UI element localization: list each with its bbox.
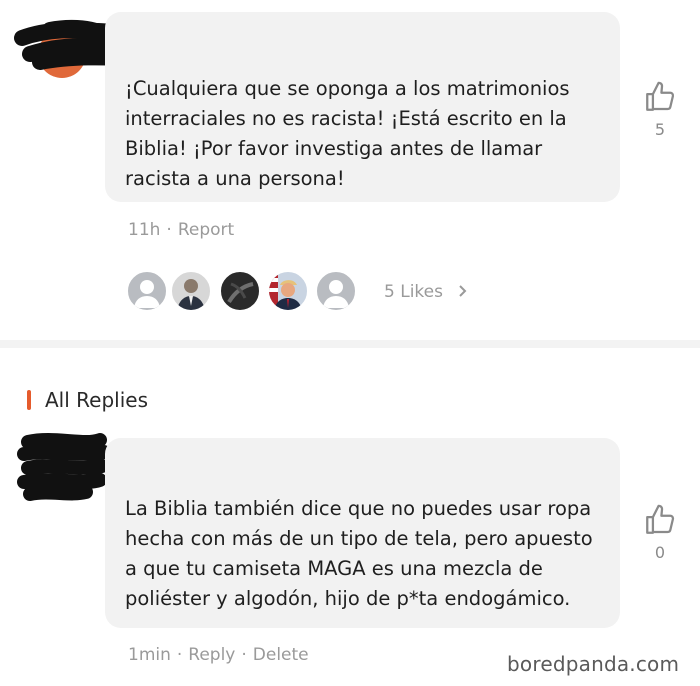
avatar bbox=[219, 270, 261, 312]
avatar bbox=[170, 270, 212, 312]
comment-timestamp: 11h bbox=[128, 220, 161, 240]
meta-separator: · bbox=[241, 645, 247, 665]
delete-link[interactable]: Delete bbox=[253, 645, 309, 665]
thumbs-up-icon bbox=[646, 504, 675, 534]
accent-bar bbox=[27, 390, 31, 410]
reply-like-control[interactable]: 0 bbox=[640, 503, 680, 562]
reply-text: La Biblia también dice que no puedes usa… bbox=[125, 497, 593, 610]
reply-timestamp: 1min bbox=[128, 645, 171, 665]
avatar bbox=[267, 270, 309, 312]
comment-like-count: 5 bbox=[654, 120, 666, 139]
all-replies-label: All Replies bbox=[45, 388, 148, 412]
meta-separator: · bbox=[166, 220, 172, 240]
section-divider bbox=[0, 340, 700, 348]
reply-bubble: La Biblia también dice que no puedes usa… bbox=[105, 438, 620, 628]
report-link[interactable]: Report bbox=[178, 220, 234, 240]
avatar bbox=[126, 270, 168, 312]
reply-meta: 1min · Reply · Delete bbox=[128, 645, 309, 665]
likes-count-label: 5 Likes bbox=[384, 282, 443, 302]
avatar bbox=[315, 270, 357, 312]
reply-like-count: 0 bbox=[654, 543, 666, 562]
thumbs-up-icon bbox=[646, 81, 675, 111]
likes-link[interactable]: 5 Likes bbox=[384, 282, 468, 302]
reply-link[interactable]: Reply bbox=[188, 645, 235, 665]
all-replies-heading: All Replies bbox=[27, 388, 148, 412]
comment-bubble: ¡Cualquiera que se oponga a los matrimon… bbox=[105, 12, 620, 202]
chevron-right-icon bbox=[458, 282, 468, 302]
meta-separator: · bbox=[176, 645, 183, 665]
comment-like-control[interactable]: 5 bbox=[640, 80, 680, 139]
comment-meta: 11h · Report bbox=[128, 220, 234, 240]
watermark: boredpanda.com bbox=[507, 652, 680, 676]
comment-text: ¡Cualquiera que se oponga a los matrimon… bbox=[125, 77, 570, 190]
